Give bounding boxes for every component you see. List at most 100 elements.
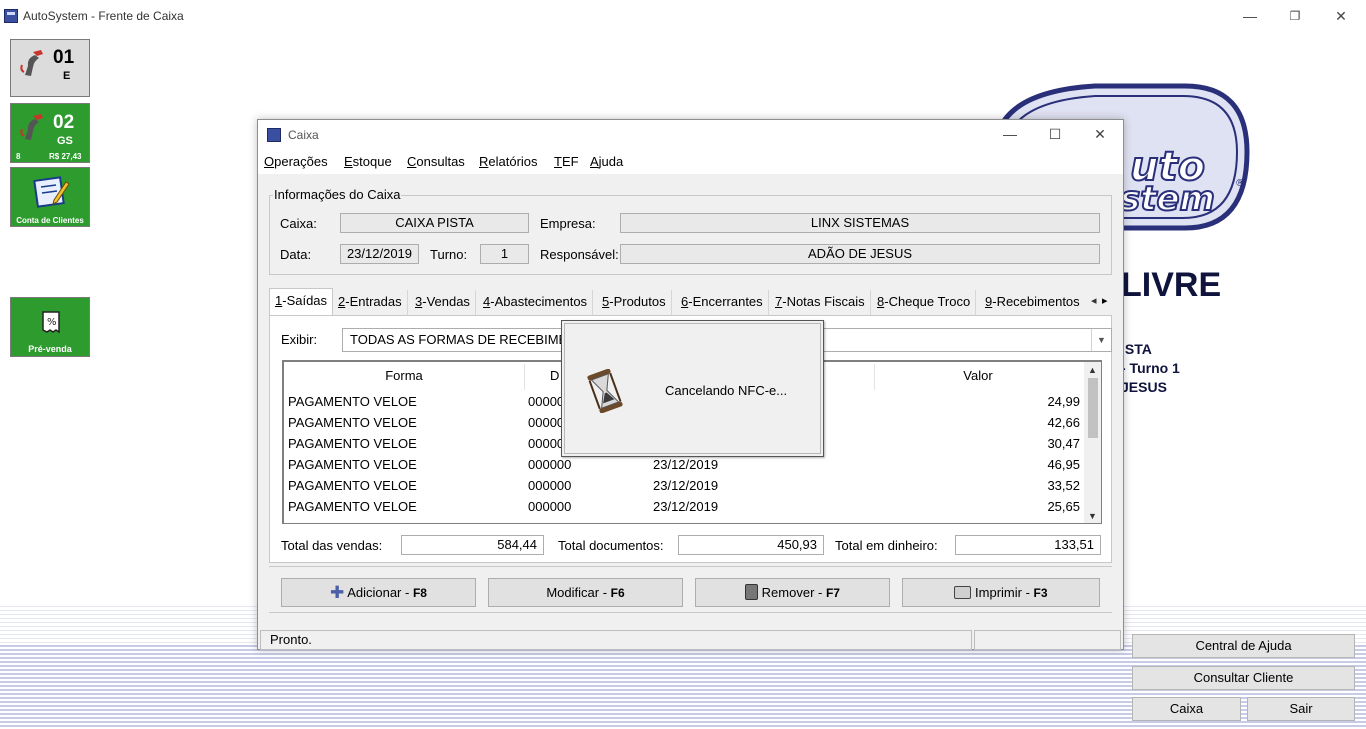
trash-icon [745, 584, 759, 600]
svg-text:®: ® [1235, 178, 1245, 189]
data-label: Data: [280, 247, 312, 262]
svg-text:stem: stem [1120, 179, 1215, 219]
table-row[interactable]: PAGAMENTO VELOE 000000 23/12/2019 46,95 [284, 454, 1082, 475]
hourglass-icon [587, 369, 623, 413]
cell-valor: 30,47 [1047, 436, 1080, 451]
table-row[interactable]: PAGAMENTO VELOE 000000 23/12/2019 33,52 [284, 475, 1082, 496]
add-button[interactable]: ✚ Adicionar - F8 [281, 578, 476, 607]
status-bar: Pronto. [258, 629, 1123, 651]
pump-count: 8 [16, 152, 21, 161]
help-center-button[interactable]: Central de Ajuda [1132, 634, 1355, 658]
cell-data: 23/12/2019 [653, 499, 719, 514]
caixa-title-bar: Caixa — ☐ ✕ [258, 120, 1123, 150]
tab-abastecimentos[interactable]: 4-Abastecimentos [478, 290, 594, 315]
cell-forma: PAGAMENTO VELOE [288, 499, 417, 514]
app-title: AutoSystem - Frente de Caixa [23, 9, 184, 23]
tab-scroll-left-button[interactable]: ◂ [1091, 294, 1097, 307]
total-documentos-field: 450,93 [678, 535, 824, 555]
scroll-down-icon[interactable]: ▼ [1088, 511, 1097, 521]
cell-valor: 42,66 [1047, 415, 1080, 430]
print-button[interactable]: Imprimir - F3 [902, 578, 1100, 607]
processing-message: Cancelando NFC-e... [665, 383, 788, 398]
column-header-documento[interactable]: D [550, 368, 559, 383]
cell-valor: 46,95 [1047, 457, 1080, 472]
client-account-button[interactable]: Conta de Clientes [10, 167, 90, 227]
turno-field: 1 [480, 244, 529, 264]
caixa-app-icon [267, 128, 281, 142]
restore-button[interactable]: ❐ [1281, 6, 1309, 26]
table-row[interactable]: PAGAMENTO VELOE 000000 23/12/2019 25,65 [284, 496, 1082, 517]
modify-button[interactable]: Modificar - F6 [488, 578, 683, 607]
notepad-pencil-icon [33, 176, 70, 208]
cash-info-legend: Informações do Caixa [273, 187, 402, 202]
menu-ajuda[interactable]: Ajuda [590, 154, 623, 169]
caixa-field: CAIXA PISTA [340, 213, 529, 233]
pump-number: 01 [53, 47, 75, 68]
menu-operacoes[interactable]: Operações [264, 154, 328, 169]
pump-01-button[interactable]: 01 E [10, 39, 90, 97]
chevron-down-icon[interactable]: ▼ [1091, 329, 1111, 351]
tab-vendas[interactable]: 3-Vendas [410, 290, 476, 315]
caixa-minimize-button[interactable]: — [996, 124, 1024, 144]
total-dinheiro-field: 133,51 [955, 535, 1101, 555]
cell-forma: PAGAMENTO VELOE [288, 457, 417, 472]
grid-scrollbar[interactable]: ▲ ▼ [1084, 362, 1101, 523]
fuel-nozzle-icon [20, 50, 43, 76]
tab-saidas[interactable]: 1-Saídas [269, 288, 334, 315]
background-turno-label: - Turno 1 [1121, 360, 1180, 376]
caixa-close-button[interactable]: ✕ [1086, 124, 1114, 144]
main-title-bar: AutoSystem - Frente de Caixa — ❐ ✕ [0, 0, 1366, 32]
total-dinheiro-label: Total em dinheiro: [835, 538, 938, 553]
turno-label: Turno: [430, 247, 468, 262]
cell-documento: 000000 [528, 478, 572, 493]
cell-valor: 33,52 [1047, 478, 1080, 493]
app-icon [4, 9, 18, 23]
caixa-button[interactable]: Caixa [1132, 697, 1241, 721]
caixa-maximize-button[interactable]: ☐ [1041, 124, 1069, 144]
exit-button[interactable]: Sair [1247, 697, 1355, 721]
cell-forma: PAGAMENTO VELOE [288, 394, 417, 409]
pump-number: 02 [53, 112, 75, 133]
cell-documento: 00000 [528, 415, 565, 430]
pump-fuel-code: E [63, 70, 71, 82]
caixa-title: Caixa [288, 128, 319, 142]
pump-fuel-code: GS [57, 135, 73, 147]
pump-02-button[interactable]: 02 GS 8 R$ 27,43 [10, 103, 90, 163]
background-caixa-label: ISTA [1121, 341, 1152, 357]
tile-caption: Pré-venda [28, 344, 72, 354]
remove-button[interactable]: Remover - F7 [695, 578, 890, 607]
tab-produtos[interactable]: 5-Produtos [597, 290, 672, 315]
tab-notas-fiscais[interactable]: 7-Notas Fiscais [770, 290, 871, 315]
cell-data: 23/12/2019 [653, 457, 719, 472]
cell-documento: 000000 [528, 457, 572, 472]
menu-bar: Operações Estoque Consultas Relatórios T… [258, 150, 1123, 174]
background-responsavel-label: JESUS [1121, 379, 1167, 395]
tab-scroll-right-button[interactable]: ▸ [1102, 294, 1108, 307]
svg-text:%: % [47, 317, 57, 328]
total-vendas-field: 584,44 [401, 535, 544, 555]
tab-cheque-troco[interactable]: 8-Cheque Troco [872, 290, 977, 315]
tab-entradas[interactable]: 2-Entradas [333, 290, 408, 315]
minimize-button[interactable]: — [1236, 6, 1264, 26]
menu-estoque[interactable]: Estoque [344, 154, 392, 169]
scrollbar-thumb[interactable] [1088, 378, 1098, 438]
cell-forma: PAGAMENTO VELOE [288, 415, 417, 430]
tile-caption: Conta de Clientes [16, 216, 84, 225]
menu-tef[interactable]: TEF [554, 154, 579, 169]
menu-relatorios[interactable]: Relatórios [479, 154, 538, 169]
column-header-valor[interactable]: Valor [874, 368, 1082, 383]
cell-data: 23/12/2019 [653, 478, 719, 493]
pump-amount: R$ 27,43 [49, 152, 82, 161]
scroll-up-icon[interactable]: ▲ [1088, 365, 1097, 375]
tab-recebimentos[interactable]: 9-Recebimentos [980, 290, 1085, 315]
column-header-forma[interactable]: Forma [284, 368, 524, 383]
cell-documento: 000000 [528, 499, 572, 514]
responsavel-label: Responsável: [540, 247, 619, 262]
processing-dialog: Cancelando NFC-e... [561, 320, 824, 457]
close-button[interactable]: ✕ [1327, 6, 1355, 26]
exibir-label: Exibir: [281, 332, 318, 347]
menu-consultas[interactable]: Consultas [407, 154, 465, 169]
pre-sale-button[interactable]: % Pré-venda [10, 297, 90, 357]
consult-client-button[interactable]: Consultar Cliente [1132, 666, 1355, 690]
tab-encerrantes[interactable]: 6-Encerrantes [676, 290, 769, 315]
